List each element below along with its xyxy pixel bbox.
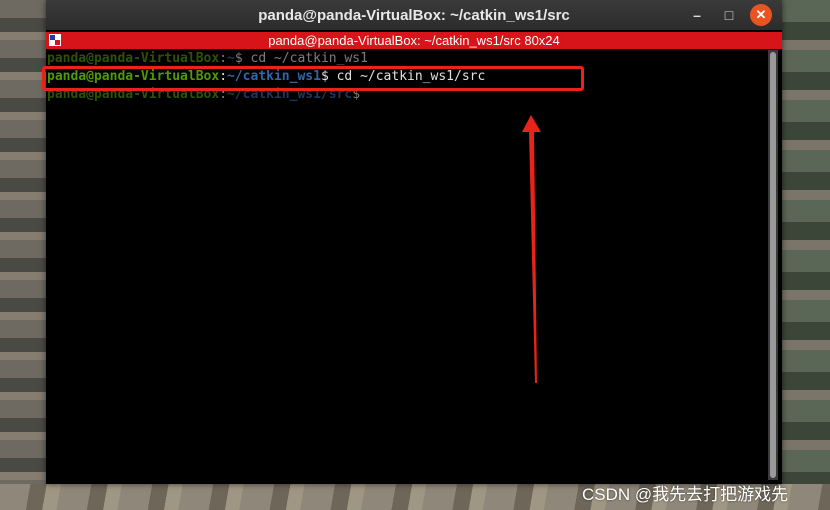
terminal-header-bar: panda@panda-VirtualBox: ~/catkin_ws1/src… bbox=[46, 32, 782, 49]
scrollbar-thumb[interactable] bbox=[770, 52, 776, 478]
maximize-icon[interactable]: □ bbox=[718, 4, 740, 26]
window-controls: – □ ✕ bbox=[686, 4, 772, 26]
terminal-app-icon bbox=[49, 34, 61, 46]
close-icon[interactable]: ✕ bbox=[750, 4, 772, 26]
terminal-header-title: panda@panda-VirtualBox: ~/catkin_ws1/src… bbox=[268, 33, 560, 48]
terminal-output[interactable]: panda@panda-VirtualBox:~$ cd ~/catkin_ws… bbox=[46, 50, 767, 484]
watermark: CSDN @我先去打把游戏先 bbox=[582, 485, 789, 504]
desktop-background-right bbox=[782, 0, 830, 510]
annotation-highlight-box bbox=[42, 66, 584, 91]
minimize-icon[interactable]: – bbox=[686, 4, 708, 26]
window-title: panda@panda-VirtualBox: ~/catkin_ws1/src bbox=[258, 6, 570, 24]
desktop-background-left bbox=[0, 0, 46, 510]
window-titlebar[interactable]: panda@panda-VirtualBox: ~/catkin_ws1/src… bbox=[46, 0, 782, 30]
terminal-scrollbar[interactable] bbox=[768, 50, 778, 480]
